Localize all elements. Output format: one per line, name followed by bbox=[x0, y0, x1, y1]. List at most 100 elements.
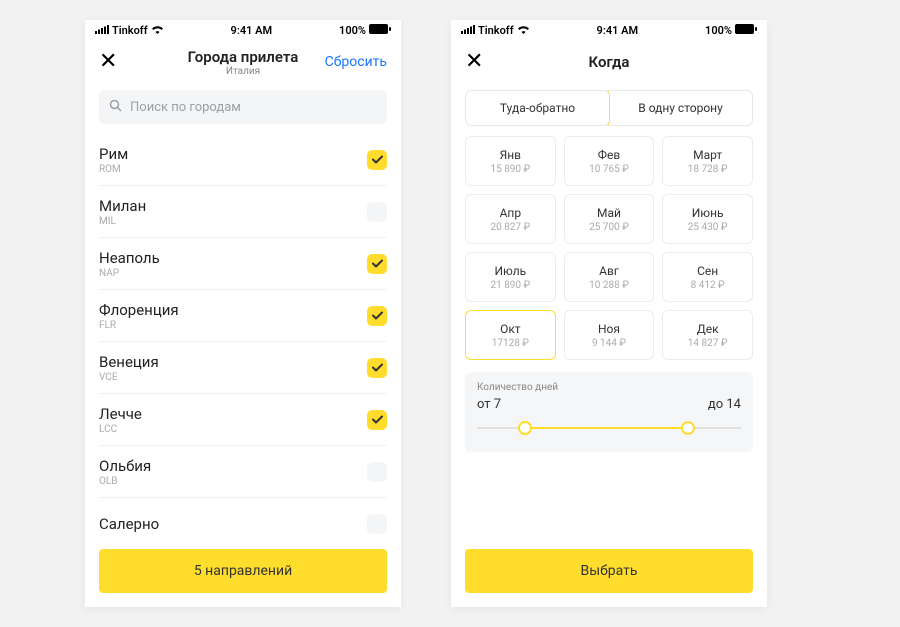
city-row[interactable]: Милан MIL bbox=[99, 186, 387, 238]
month-price: 20 827 ₽ bbox=[490, 222, 530, 233]
month-cell[interactable]: Апр 20 827 ₽ bbox=[465, 194, 556, 244]
month-cell[interactable]: Дек 14 827 ₽ bbox=[662, 310, 753, 360]
city-row[interactable]: Лечче LCC bbox=[99, 394, 387, 446]
checkbox[interactable] bbox=[367, 202, 387, 222]
close-icon[interactable]: ✕ bbox=[465, 51, 483, 73]
city-code: VCE bbox=[99, 372, 159, 383]
month-price: 9 144 ₽ bbox=[592, 338, 626, 349]
page-title: Города прилета bbox=[188, 48, 299, 66]
city-code: OLB bbox=[99, 476, 151, 487]
city-code: FLR bbox=[99, 320, 179, 331]
nav-bar: ✕ Города прилета Италия Сбросить bbox=[85, 40, 401, 84]
month-name: Март bbox=[693, 148, 722, 162]
city-name: Рим bbox=[99, 145, 128, 163]
city-name: Салерно bbox=[99, 515, 159, 533]
city-row[interactable]: Салерно bbox=[99, 498, 387, 550]
month-grid: Янв 15 890 ₽ Фев 10 765 ₽ Март 18 728 ₽ … bbox=[451, 136, 767, 360]
search-icon bbox=[109, 99, 122, 116]
month-price: 18 728 ₽ bbox=[688, 164, 728, 175]
month-price: 8 412 ₽ bbox=[691, 280, 725, 291]
city-code: NAP bbox=[99, 268, 160, 279]
status-bar: Tinkoff 9:41 AM 100% bbox=[451, 20, 767, 40]
month-price: 17128 ₽ bbox=[492, 338, 529, 349]
trip-type-segment: Туда-обратноВ одну сторону bbox=[465, 90, 753, 126]
city-name: Неаполь bbox=[99, 249, 160, 267]
signal-icon bbox=[461, 24, 475, 37]
checkbox[interactable] bbox=[367, 410, 387, 430]
month-price: 25 700 ₽ bbox=[589, 222, 629, 233]
city-code: MIL bbox=[99, 216, 146, 227]
submit-button[interactable]: Выбрать bbox=[465, 549, 753, 593]
month-name: Авг bbox=[599, 264, 619, 278]
checkbox[interactable] bbox=[367, 358, 387, 378]
days-from: от 7 bbox=[477, 397, 501, 412]
page-subtitle: Италия bbox=[188, 66, 299, 77]
month-price: 15 890 ₽ bbox=[490, 164, 530, 175]
slider-thumb-min[interactable] bbox=[518, 421, 532, 435]
city-name: Лечче bbox=[99, 405, 142, 423]
checkbox[interactable] bbox=[367, 306, 387, 326]
month-price: 21 890 ₽ bbox=[490, 280, 530, 291]
city-name: Милан bbox=[99, 197, 146, 215]
status-bar: Tinkoff 9:41 AM 100% bbox=[85, 20, 401, 40]
month-cell[interactable]: Сен 8 412 ₽ bbox=[662, 252, 753, 302]
month-price: 10 288 ₽ bbox=[589, 280, 629, 291]
month-cell[interactable]: Окт 17128 ₽ bbox=[465, 310, 556, 360]
battery-pct: 100% bbox=[705, 24, 732, 37]
city-code: ROM bbox=[99, 164, 128, 175]
segment-tab[interactable]: В одну сторону bbox=[609, 91, 752, 125]
city-name: Венеция bbox=[99, 353, 159, 371]
month-cell[interactable]: Май 25 700 ₽ bbox=[564, 194, 655, 244]
month-price: 25 430 ₽ bbox=[688, 222, 728, 233]
carrier-label: Tinkoff bbox=[478, 24, 514, 37]
clock: 9:41 AM bbox=[231, 24, 273, 37]
month-name: Июнь bbox=[692, 206, 724, 220]
days-label: Количество дней bbox=[477, 382, 741, 393]
month-cell[interactable]: Янв 15 890 ₽ bbox=[465, 136, 556, 186]
month-cell[interactable]: Ноя 9 144 ₽ bbox=[564, 310, 655, 360]
checkbox[interactable] bbox=[367, 462, 387, 482]
month-price: 14 827 ₽ bbox=[688, 338, 728, 349]
city-list: Рим ROM Милан MIL Неаполь NAP Флоренция … bbox=[85, 134, 401, 607]
month-name: Сен bbox=[697, 264, 718, 278]
city-row[interactable]: Рим ROM bbox=[99, 134, 387, 186]
battery-icon bbox=[735, 24, 757, 37]
month-name: Апр bbox=[500, 206, 522, 220]
city-row[interactable]: Ольбия OLB bbox=[99, 446, 387, 498]
month-name: Май bbox=[597, 206, 621, 220]
page-title: Когда bbox=[589, 53, 630, 71]
month-cell[interactable]: Фев 10 765 ₽ bbox=[564, 136, 655, 186]
month-price: 10 765 ₽ bbox=[589, 164, 629, 175]
city-row[interactable]: Флоренция FLR bbox=[99, 290, 387, 342]
nav-bar: ✕ Когда bbox=[451, 40, 767, 84]
city-row[interactable]: Неаполь NAP bbox=[99, 238, 387, 290]
month-name: Дек bbox=[697, 322, 719, 336]
search-placeholder: Поиск по городам bbox=[130, 100, 241, 115]
search-input[interactable]: Поиск по городам bbox=[99, 90, 387, 124]
segment-tab[interactable]: Туда-обратно bbox=[465, 90, 610, 126]
checkbox[interactable] bbox=[367, 254, 387, 274]
when-screen: Tinkoff 9:41 AM 100% ✕ Когда Туда-обратн… bbox=[451, 20, 767, 607]
checkbox[interactable] bbox=[367, 514, 387, 534]
reset-button[interactable]: Сбросить bbox=[325, 54, 387, 70]
battery-icon bbox=[369, 24, 391, 37]
month-cell[interactable]: Июнь 25 430 ₽ bbox=[662, 194, 753, 244]
wifi-icon bbox=[517, 24, 530, 37]
city-code: LCC bbox=[99, 424, 142, 435]
cities-screen: Tinkoff 9:41 AM 100% ✕ Города прилета Ит… bbox=[85, 20, 401, 607]
close-icon[interactable]: ✕ bbox=[99, 51, 117, 73]
days-range-box: Количество дней от 7 до 14 bbox=[465, 372, 753, 452]
month-cell[interactable]: Март 18 728 ₽ bbox=[662, 136, 753, 186]
city-name: Ольбия bbox=[99, 457, 151, 475]
city-row[interactable]: Венеция VCE bbox=[99, 342, 387, 394]
month-cell[interactable]: Авг 10 288 ₽ bbox=[564, 252, 655, 302]
battery-pct: 100% bbox=[339, 24, 366, 37]
month-cell[interactable]: Июль 21 890 ₽ bbox=[465, 252, 556, 302]
city-name: Флоренция bbox=[99, 301, 179, 319]
slider-thumb-max[interactable] bbox=[681, 421, 695, 435]
submit-button[interactable]: 5 направлений bbox=[99, 549, 387, 593]
carrier-label: Tinkoff bbox=[112, 24, 148, 37]
days-slider[interactable] bbox=[477, 420, 741, 436]
month-name: Окт bbox=[500, 322, 521, 336]
checkbox[interactable] bbox=[367, 150, 387, 170]
